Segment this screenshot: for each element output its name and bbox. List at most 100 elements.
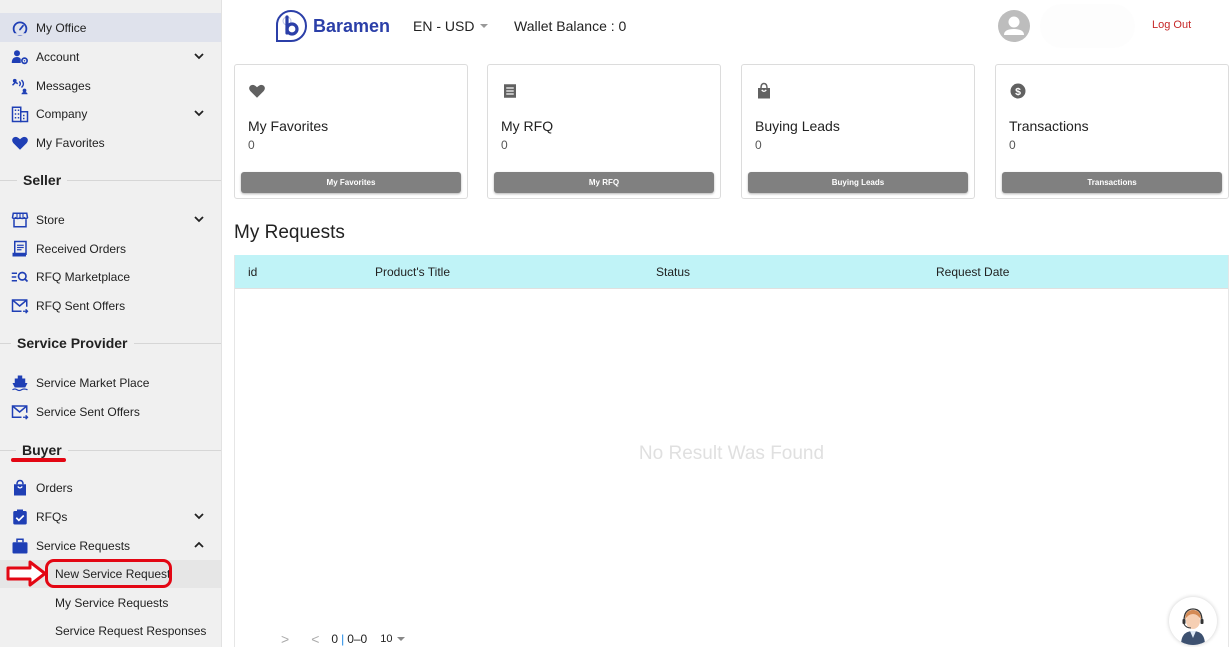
- buying-leads-button[interactable]: Buying Leads: [748, 172, 968, 193]
- card-value: 0: [1009, 138, 1016, 152]
- logout-link[interactable]: Log Out: [1152, 19, 1191, 31]
- brand-name: Baramen: [313, 15, 391, 36]
- sidebar-item-service-sent-offers[interactable]: Service Sent Offers: [0, 397, 221, 426]
- section-heading-text: Buyer: [16, 442, 68, 458]
- ship-icon: [11, 374, 29, 392]
- user-avatar[interactable]: [998, 10, 1030, 42]
- sidebar-subitem-my-service-requests[interactable]: My Service Requests: [0, 589, 221, 617]
- sidebar-item-service-market-place[interactable]: Service Market Place: [0, 368, 221, 397]
- document-list-icon: [504, 84, 516, 98]
- stat-card-transactions: $ Transactions 0 Transactions: [995, 64, 1229, 199]
- language-currency-value: EN - USD: [413, 18, 475, 34]
- column-header-status[interactable]: Status: [656, 265, 690, 279]
- dollar-circle-icon: $: [1010, 83, 1026, 99]
- clipboard-check-icon: [11, 508, 29, 526]
- sidebar-item-account[interactable]: Account: [0, 42, 221, 71]
- caret-down-icon: [480, 24, 489, 28]
- sidebar-item-label: Account: [36, 49, 80, 64]
- sidebar-item-rfqs[interactable]: RFQs: [0, 502, 221, 531]
- chevron-down-icon[interactable]: [193, 107, 205, 119]
- requests-table: id Product's Title Status Request Date N…: [234, 255, 1229, 647]
- column-header-product-title[interactable]: Product's Title: [375, 265, 450, 279]
- messages-icon: [11, 77, 29, 95]
- sidebar-item-messages[interactable]: Messages: [0, 71, 221, 100]
- sidebar-item-label: Service Market Place: [36, 375, 150, 390]
- sidebar-item-label: Company: [36, 106, 88, 121]
- sidebar-item-service-requests[interactable]: Service Requests: [0, 531, 221, 560]
- sidebar-item-my-favorites[interactable]: My Favorites: [0, 128, 221, 157]
- transactions-button[interactable]: Transactions: [1002, 172, 1222, 193]
- pagination: > < 0 | 0–0 10: [281, 631, 406, 647]
- empty-state-message: No Result Was Found: [638, 443, 825, 464]
- prev-page-button[interactable]: <: [311, 631, 319, 647]
- card-value: 0: [501, 138, 508, 152]
- column-header-request-date[interactable]: Request Date: [936, 265, 1009, 279]
- sidebar-item-label: Received Orders: [36, 241, 127, 256]
- section-heading-text: Service Provider: [11, 335, 134, 351]
- sidebar-item-label: Service Requests: [36, 538, 131, 553]
- receipt-icon: [11, 240, 29, 258]
- card-title: My Favorites: [248, 118, 329, 134]
- sidebar-subitem-label: Service Request Responses: [55, 624, 207, 638]
- my-rfq-button[interactable]: My RFQ: [494, 172, 714, 193]
- my-favorites-button[interactable]: My Favorites: [241, 172, 461, 193]
- annotation-underline: [11, 458, 66, 462]
- stat-card-my-favorites: My Favorites 0 My Favorites: [234, 64, 468, 199]
- language-currency-select[interactable]: EN - USD: [413, 18, 489, 34]
- chevron-down-icon[interactable]: [193, 510, 205, 522]
- chevron-up-icon[interactable]: [193, 539, 205, 551]
- heart-icon: [249, 84, 265, 98]
- user-icon: [1004, 16, 1024, 35]
- support-agent-icon: [1181, 608, 1205, 645]
- sidebar-item-label: My Office: [36, 20, 87, 35]
- app-root: My Office Account Messages Company My Fa…: [0, 0, 1230, 647]
- section-heading-seller: Seller: [0, 170, 221, 190]
- card-title: Buying Leads: [755, 118, 840, 134]
- current-page: 0: [331, 632, 339, 646]
- user-gear-icon: [11, 48, 29, 66]
- building-icon: [11, 105, 29, 123]
- sidebar-item-rfq-marketplace[interactable]: RFQ Marketplace: [0, 262, 221, 291]
- section-heading-buyer: Buyer: [0, 440, 221, 460]
- annotation-highlight-oval: [45, 559, 172, 588]
- sidebar-item-my-office[interactable]: My Office: [0, 13, 221, 42]
- next-page-button[interactable]: >: [281, 631, 289, 647]
- card-title: My RFQ: [501, 118, 554, 134]
- caret-down-icon: [397, 637, 406, 641]
- sidebar-item-rfq-sent-offers[interactable]: RFQ Sent Offers: [0, 291, 221, 320]
- shopping-bag-icon: [758, 82, 770, 99]
- sidebar-item-orders[interactable]: Orders: [0, 473, 221, 502]
- sidebar-item-label: Orders: [36, 480, 73, 495]
- briefcase-icon: [11, 537, 29, 555]
- page-range: 0–0: [347, 632, 368, 646]
- table-header: id Product's Title Status Request Date: [235, 255, 1228, 289]
- sidebar-item-company[interactable]: Company: [0, 99, 221, 128]
- sidebar-item-label: RFQs: [36, 509, 68, 524]
- chevron-down-icon[interactable]: [193, 50, 205, 62]
- annotation-arrow-icon: [6, 560, 47, 587]
- svg-text:$: $: [1015, 86, 1021, 98]
- baramen-logo-icon: [275, 9, 307, 42]
- sidebar-item-label: Service Sent Offers: [36, 404, 140, 419]
- sidebar-item-received-orders[interactable]: Received Orders: [0, 234, 221, 263]
- sidebar-subitem-service-request-responses[interactable]: Service Request Responses: [0, 617, 221, 645]
- chevron-down-icon[interactable]: [193, 213, 205, 225]
- sidebar-item-label: RFQ Sent Offers: [36, 298, 126, 313]
- sidebar-item-label: RFQ Marketplace: [36, 269, 131, 284]
- rows-per-page-select[interactable]: 10: [380, 633, 406, 645]
- heart-icon: [11, 134, 29, 152]
- wallet-balance: Wallet Balance : 0: [514, 18, 627, 34]
- section-heading-text: Seller: [17, 172, 68, 188]
- username-redacted: [1040, 4, 1135, 48]
- sidebar: My Office Account Messages Company My Fa…: [0, 0, 222, 647]
- sidebar-item-store[interactable]: Store: [0, 205, 221, 234]
- list-search-icon: [11, 268, 29, 286]
- pagination-separator: |: [341, 632, 345, 646]
- sidebar-item-label: Store: [36, 212, 65, 227]
- support-chat-button[interactable]: [1169, 597, 1217, 645]
- brand-logo[interactable]: Baramen: [274, 9, 390, 43]
- column-header-id[interactable]: id: [248, 265, 257, 279]
- top-header: Baramen EN - USD Wallet Balance : 0 Log …: [222, 0, 1230, 55]
- mail-send-icon: [11, 403, 29, 421]
- gauge-icon: [11, 19, 29, 37]
